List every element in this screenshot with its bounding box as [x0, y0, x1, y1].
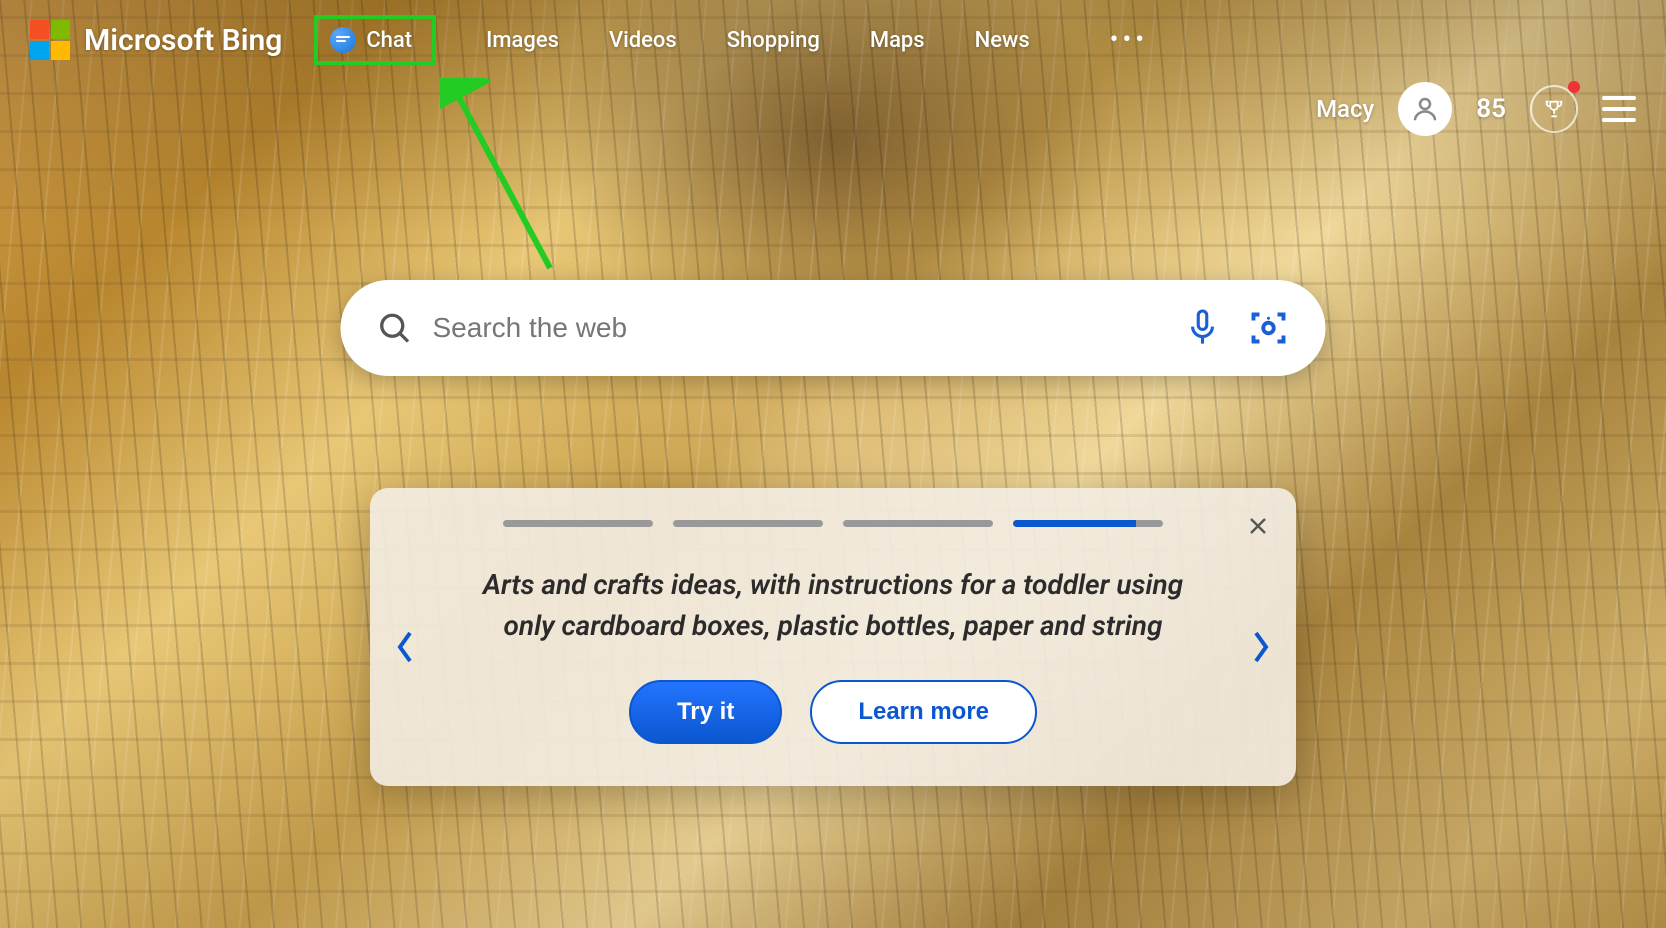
- carousel-indicators: [420, 520, 1246, 527]
- promo-card: Arts and crafts ideas, with instructions…: [370, 488, 1296, 786]
- nav-news[interactable]: News: [975, 28, 1030, 53]
- microsoft-logo-icon: [30, 20, 70, 60]
- promo-buttons: Try it Learn more: [420, 680, 1246, 744]
- carousel-dot[interactable]: [1013, 520, 1163, 527]
- carousel-dot[interactable]: [503, 520, 653, 527]
- promo-text: Arts and crafts ideas, with instructions…: [420, 565, 1246, 646]
- brand-name: Microsoft Bing: [84, 23, 282, 58]
- main-nav: Chat Images Videos Shopping Maps News ••…: [314, 23, 1148, 57]
- carousel-prev-button[interactable]: [394, 629, 418, 669]
- brand-logo-group[interactable]: Microsoft Bing: [30, 20, 282, 60]
- search-bar[interactable]: [341, 280, 1326, 376]
- background-image: [0, 0, 1666, 928]
- camera-search-icon[interactable]: [1248, 307, 1290, 349]
- close-icon: [1246, 514, 1270, 538]
- chat-bubble-icon: [330, 27, 356, 53]
- chevron-left-icon: [394, 629, 418, 665]
- nav-more-icon[interactable]: •••: [1110, 25, 1148, 55]
- hamburger-menu-icon[interactable]: [1602, 96, 1636, 122]
- search-icon: [377, 310, 413, 346]
- top-header: Microsoft Bing Chat Images Videos Shoppi…: [0, 0, 1666, 80]
- trophy-icon: [1543, 98, 1565, 120]
- carousel-dot[interactable]: [673, 520, 823, 527]
- try-it-button[interactable]: Try it: [629, 680, 782, 744]
- rewards-badge[interactable]: [1530, 85, 1578, 133]
- nav-chat-label: Chat: [366, 28, 412, 53]
- learn-more-button[interactable]: Learn more: [810, 680, 1037, 744]
- carousel-next-button[interactable]: [1248, 629, 1272, 669]
- nav-maps[interactable]: Maps: [870, 28, 925, 53]
- avatar[interactable]: [1398, 82, 1452, 136]
- chevron-right-icon: [1248, 629, 1272, 665]
- user-name[interactable]: Macy: [1316, 95, 1374, 123]
- nav-videos[interactable]: Videos: [609, 28, 677, 53]
- close-button[interactable]: [1246, 514, 1270, 542]
- user-bar: Macy 85: [1316, 82, 1636, 136]
- nav-images[interactable]: Images: [486, 28, 559, 53]
- rewards-points[interactable]: 85: [1476, 94, 1506, 124]
- microphone-icon[interactable]: [1186, 308, 1220, 348]
- search-input[interactable]: [433, 312, 1186, 344]
- person-icon: [1410, 94, 1440, 124]
- carousel-dot[interactable]: [843, 520, 993, 527]
- nav-chat[interactable]: Chat: [314, 15, 436, 65]
- nav-shopping[interactable]: Shopping: [727, 28, 820, 53]
